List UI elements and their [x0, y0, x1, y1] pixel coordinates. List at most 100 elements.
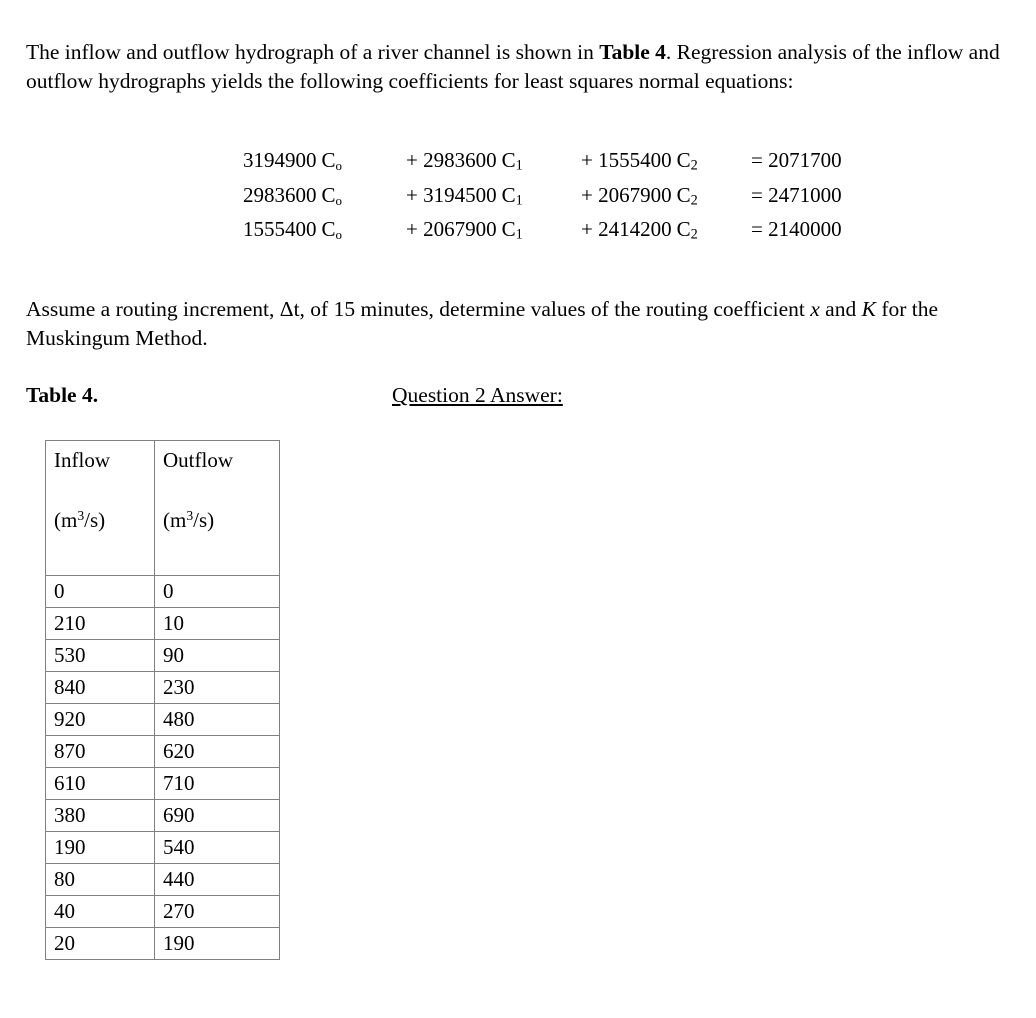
cell-outflow: 0	[154, 575, 280, 608]
coefficient-value: 1555400	[243, 217, 317, 242]
cell-outflow: 190	[154, 927, 280, 960]
coefficient-value: 1555400	[598, 148, 672, 172]
table-row: 840 230	[45, 671, 280, 704]
variable-c1: C1	[501, 217, 523, 243]
equation-term-c1: + 2983600 C1	[406, 146, 581, 181]
table-row: 210 10	[45, 607, 280, 640]
equals-operator: =	[751, 217, 763, 242]
cell-outflow: 620	[154, 735, 280, 768]
intro-paragraph: The inflow and outflow hydrograph of a r…	[26, 38, 1001, 96]
table-row: 380 690	[45, 799, 280, 832]
variable-c0: Co	[321, 148, 343, 173]
plus-operator: +	[406, 217, 418, 242]
cell-outflow: 710	[154, 767, 280, 800]
question-answer-label: Question 2 Answer:	[392, 383, 563, 407]
coefficient-value: 2067900	[598, 182, 672, 207]
plus-operator: +	[581, 148, 593, 172]
equation-row: 3194900 Co + 2983600 C1 + 1555400 C2 = 2071…	[243, 146, 901, 181]
cell-inflow: 80	[45, 863, 155, 896]
equation-term-c0: 2983600 Co	[243, 181, 406, 216]
variable-c0: Co	[321, 217, 343, 242]
equation-term-c0: 1555400 Co	[243, 215, 406, 250]
table-caption: Table 4.	[26, 383, 99, 407]
equation-row: 1555400 Co + 2067900 C1 + 2414200 C2 = 2140…	[243, 215, 901, 250]
column-header-inflow: Inflow (m3/s)	[45, 440, 155, 576]
variable-x: x	[810, 296, 820, 321]
table-row: 530 90	[45, 639, 280, 672]
cell-outflow: 440	[154, 863, 280, 896]
rhs-value: 2140000	[768, 217, 842, 242]
table-row: 870 620	[45, 735, 280, 768]
cell-inflow: 920	[45, 703, 155, 736]
equation-term-c2: + 1555400 C2	[581, 146, 751, 181]
column-header-outflow-units: (m3/s)	[163, 507, 215, 532]
equals-operator: =	[751, 182, 763, 207]
equation-right-hand-side: = 2071700	[751, 146, 901, 181]
plus-operator: +	[406, 182, 418, 207]
variable-k: K	[861, 296, 876, 321]
intro-text-before: The inflow and outflow hydrograph of a r…	[26, 39, 600, 64]
cell-outflow: 230	[154, 671, 280, 704]
cell-inflow: 0	[45, 575, 155, 608]
coefficient-value: 2983600	[243, 182, 317, 207]
equation-term-c1: + 2067900 C1	[406, 215, 581, 250]
table-header-row: Inflow (m3/s) Outflow (m3/s)	[45, 440, 280, 576]
cell-outflow: 540	[154, 831, 280, 864]
table-row: 920 480	[45, 703, 280, 736]
coefficient-value: 2414200	[598, 217, 672, 242]
equation-term-c2: + 2067900 C2	[581, 181, 751, 216]
cell-inflow: 40	[45, 895, 155, 928]
coefficient-value: 3194900	[243, 148, 317, 172]
column-header-outflow: Outflow (m3/s)	[154, 440, 280, 576]
cell-outflow: 10	[154, 607, 280, 640]
table-header: Inflow (m3/s) Outflow (m3/s)	[45, 440, 280, 576]
table-body: 00 210 10 530 90 840 230 920 480 870 620 610 7…	[45, 575, 280, 960]
table-row: 190 540	[45, 831, 280, 864]
coefficient-value: 2983600	[423, 148, 497, 172]
column-header-outflow-label: Outflow	[163, 448, 233, 472]
cell-outflow: 270	[154, 895, 280, 928]
variable-c2: C2	[676, 148, 698, 174]
cell-outflow: 690	[154, 799, 280, 832]
plus-operator: +	[406, 148, 418, 172]
cell-inflow: 530	[45, 639, 155, 672]
table-reference: Table 4	[599, 39, 666, 64]
equation-term-c0: 3194900 Co	[243, 146, 406, 181]
variable-c0: Co	[321, 182, 343, 208]
cell-inflow: 210	[45, 607, 155, 640]
cell-inflow: 190	[45, 831, 155, 864]
rhs-value: 2471000	[768, 182, 842, 207]
equation-right-hand-side: = 2140000	[751, 215, 901, 250]
equation-right-hand-side: = 2471000	[751, 181, 901, 216]
table-row: 20 190	[45, 927, 280, 960]
equation-term-c1: + 3194500 C1	[406, 181, 581, 216]
cell-outflow: 480	[154, 703, 280, 736]
variable-c1: C1	[501, 148, 523, 174]
table-row: 00	[45, 575, 280, 608]
equation-row: 2983600 Co + 3194500 C1 + 2067900 C2 = 2471…	[243, 181, 901, 216]
cell-inflow: 20	[45, 927, 155, 960]
equation-term-c2: + 2414200 C2	[581, 215, 751, 250]
equals-operator: =	[751, 148, 763, 172]
table-row: 80 440	[45, 863, 280, 896]
cell-outflow: 90	[154, 639, 280, 672]
normal-equations-block: 3194900 Co + 2983600 C1 + 1555400 C2 = 2071…	[243, 146, 901, 250]
plus-operator: +	[581, 182, 593, 207]
coefficient-value: 2067900	[423, 217, 497, 242]
table-row: 610 710	[45, 767, 280, 800]
assume-text-part2: and	[819, 296, 862, 321]
assume-text-part1: Assume a routing increment, Δt, of 15 mi…	[26, 296, 811, 321]
rhs-value: 2071700	[768, 148, 842, 172]
coefficient-value: 3194500	[423, 182, 497, 207]
variable-c2: C2	[676, 217, 698, 243]
cell-inflow: 840	[45, 671, 155, 704]
plus-operator: +	[581, 217, 593, 242]
cell-inflow: 610	[45, 767, 155, 800]
column-header-inflow-units: (m3/s)	[54, 507, 106, 532]
column-header-inflow-label: Inflow	[54, 448, 110, 472]
assumption-paragraph: Assume a routing increment, Δt, of 15 mi…	[26, 295, 1011, 353]
cell-inflow: 380	[45, 799, 155, 832]
hydrograph-table: Inflow (m3/s) Outflow (m3/s) 00 210 10 53…	[45, 440, 280, 960]
variable-c2: C2	[676, 182, 698, 209]
cell-inflow: 870	[45, 735, 155, 768]
